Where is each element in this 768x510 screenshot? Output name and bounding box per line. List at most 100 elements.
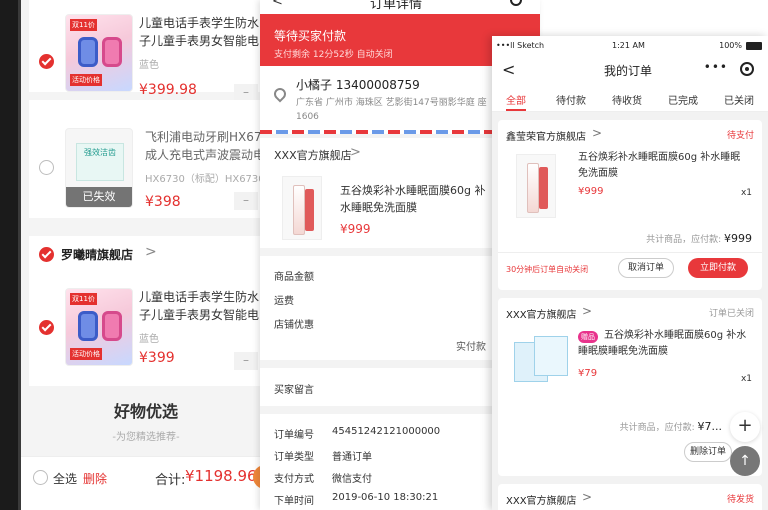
chevron-right-icon[interactable]: > bbox=[592, 126, 602, 140]
recommend-title: 好物优选 bbox=[113, 402, 178, 421]
shop-name[interactable]: XXX官方旗舰店 bbox=[506, 306, 577, 321]
info-key: 订单类型 bbox=[274, 452, 314, 463]
paid-amount-label: 实付款 bbox=[456, 342, 486, 353]
payment-countdown: 支付剩余 12分52秒 自动关闭 bbox=[274, 50, 393, 60]
chevron-right-icon[interactable]: > bbox=[350, 145, 361, 160]
back-to-top-icon[interactable]: ↑ bbox=[730, 446, 760, 476]
product-spec[interactable]: HX6730（标配）HX6730 bbox=[145, 170, 265, 185]
info-key: 支付方式 bbox=[274, 474, 314, 485]
shop-name[interactable]: XXX官方旗舰店 bbox=[274, 147, 352, 163]
product-name[interactable]: 子儿童手表男女智能电 bbox=[139, 306, 269, 324]
cart-item[interactable]: 双11价 活动价格 儿童电话手表学生防水 子儿童手表男女智能电 蓝色 ¥399 … bbox=[29, 274, 271, 386]
tab-completed[interactable]: 已完成 bbox=[668, 92, 698, 107]
total-label: 合计: bbox=[155, 473, 186, 488]
pay-now-button[interactable]: 立即付款 bbox=[688, 258, 748, 278]
watch-icon bbox=[78, 311, 98, 341]
toothbrush-box-icon: 强效洁齿 bbox=[76, 143, 124, 181]
chevron-right-icon[interactable]: > bbox=[582, 304, 592, 318]
location-pin-icon bbox=[271, 85, 289, 103]
goods-total-label: 商品金额 bbox=[274, 272, 314, 283]
chevron-right-icon[interactable]: > bbox=[582, 490, 592, 504]
order-card[interactable]: XXX官方旗舰店 > 订单已关闭 赠品 五谷焕彩补水睡眠面膜60g 补水睡眠膜睡… bbox=[498, 298, 762, 476]
item-checkbox-checked[interactable] bbox=[39, 54, 54, 69]
watch-product-image[interactable]: 双11价 活动价格 bbox=[65, 14, 133, 92]
cart-item-expired[interactable]: 强效洁齿 已失效 飞利浦电动牙刷HX6730 成人充电式声波震动电 HX6730… bbox=[29, 100, 271, 218]
cart-item[interactable]: 双11价 活动价格 儿童电话手表学生防水 子儿童手表男女智能电 蓝色 ¥399.… bbox=[29, 0, 271, 102]
product-spec[interactable]: 蓝色 bbox=[139, 330, 159, 345]
tab-pending-receipt[interactable]: 待收货 bbox=[612, 92, 642, 107]
phone-bezel bbox=[0, 0, 18, 510]
toothbrush-product-image[interactable]: 强效洁齿 已失效 bbox=[65, 128, 133, 208]
my-orders-screen: •••ll Sketch 1:21 AM 100% < 我的订单 ••• 全部 … bbox=[492, 36, 768, 510]
product-spec[interactable]: 蓝色 bbox=[139, 56, 159, 71]
total-label: 共计商品，应付款: bbox=[646, 235, 722, 245]
order-card[interactable]: 鑫莹荣官方旗舰店 > 待支付 五谷焕彩补水睡眠面膜60g 补水睡眠免洗面膜 ¥9… bbox=[498, 120, 762, 290]
item-checkbox-checked[interactable] bbox=[39, 320, 54, 335]
quantity-minus-button[interactable]: – bbox=[234, 352, 258, 370]
product-name[interactable]: 儿童电话手表学生防水 bbox=[139, 14, 269, 32]
product-name[interactable]: 儿童电话手表学生防水 bbox=[139, 288, 269, 306]
promo-tag: 活动价格 bbox=[70, 348, 102, 360]
recommend-subtitle: -为您精选推荐- bbox=[112, 432, 180, 443]
product-name[interactable]: 五谷焕彩补水睡眠面膜60g 补水睡眠膜睡眠免洗面膜 bbox=[578, 328, 748, 360]
quantity-minus-button[interactable]: – bbox=[234, 192, 258, 210]
order-card[interactable]: XXX官方旗舰店 > 待发货 bbox=[498, 484, 762, 510]
battery-percent: 100% bbox=[719, 41, 742, 50]
plus-icon[interactable]: + bbox=[730, 412, 760, 442]
target-icon[interactable] bbox=[510, 0, 522, 6]
clock: 1:21 AM bbox=[612, 41, 645, 50]
target-icon[interactable] bbox=[740, 62, 754, 76]
tab-all[interactable]: 全部 bbox=[506, 92, 526, 107]
back-icon[interactable]: < bbox=[502, 60, 515, 79]
shop-header[interactable]: 罗曦晴旗舰店 > bbox=[29, 236, 271, 274]
shop-discount-label: 店铺优惠 bbox=[274, 320, 314, 331]
facial-mask-product-image[interactable] bbox=[516, 154, 556, 218]
page-title: 我的订单 bbox=[604, 64, 653, 78]
shop-name[interactable]: XXX官方旗舰店 bbox=[506, 492, 577, 507]
delete-order-button[interactable]: 删除订单 bbox=[684, 442, 732, 462]
screens-showcase: 双11价 活动价格 儿童电话手表学生防水 子儿童手表男女智能电 蓝色 ¥399.… bbox=[0, 0, 768, 510]
shop-checkbox-checked[interactable] bbox=[39, 247, 54, 262]
cancel-order-button[interactable]: 取消订单 bbox=[618, 258, 674, 278]
mask-package-icon bbox=[534, 336, 568, 376]
select-all-label[interactable]: 全选 bbox=[53, 470, 77, 487]
box-label: 强效洁齿 bbox=[84, 148, 116, 157]
payment-method: 微信支付 bbox=[332, 474, 372, 485]
product-price: ¥399.98 bbox=[139, 82, 197, 98]
product-name[interactable]: 子儿童手表男女智能电 bbox=[139, 32, 269, 50]
more-icon[interactable]: ••• bbox=[704, 60, 728, 74]
back-icon[interactable]: < bbox=[272, 0, 283, 9]
quantity: x1 bbox=[740, 188, 752, 198]
shop-name[interactable]: 罗曦晴旗舰店 bbox=[61, 246, 133, 263]
total-value: ¥1198.96 bbox=[185, 467, 257, 485]
product-name[interactable]: 飞利浦电动牙刷HX6730 bbox=[145, 128, 271, 146]
cart-bottom-bar: 全选 删除 合计: ¥1198.96 bbox=[21, 456, 271, 510]
chevron-right-icon[interactable]: > bbox=[145, 244, 157, 260]
product-name[interactable]: 五谷焕彩补水睡眠面膜60g 补水睡眠免洗面膜 bbox=[340, 182, 490, 216]
product-name[interactable]: 成人充电式声波震动电 bbox=[145, 146, 271, 164]
orders-navbar: < 我的订单 ••• bbox=[492, 56, 768, 84]
shop-name[interactable]: 鑫莹荣官方旗舰店 bbox=[506, 128, 586, 143]
recipient-name-phone: 小橘子 13400008759 bbox=[296, 78, 420, 92]
order-time: 2019-06-10 18:30:21 bbox=[332, 492, 439, 503]
order-total: 共计商品，应付款: ¥999 bbox=[646, 232, 752, 245]
detail-navbar: < 订单详情 bbox=[260, 0, 540, 14]
order-state: 待支付 bbox=[726, 131, 754, 141]
product-name[interactable]: 五谷焕彩补水睡眠面膜60g 补水睡眠免洗面膜 bbox=[578, 150, 748, 182]
promo-tag: 活动价格 bbox=[70, 74, 102, 86]
order-state: 订单已关闭 bbox=[708, 309, 754, 319]
watch-icon bbox=[102, 311, 122, 341]
facial-mask-product-image[interactable] bbox=[282, 176, 322, 240]
remark-label: 买家留言 bbox=[274, 385, 314, 396]
quantity: x1 bbox=[740, 374, 752, 384]
face-mask-product-image[interactable] bbox=[510, 334, 572, 386]
page-title: 订单详情 bbox=[370, 0, 423, 12]
tab-pending-payment[interactable]: 待付款 bbox=[556, 92, 586, 107]
tab-closed[interactable]: 已关闭 bbox=[724, 92, 754, 107]
watch-product-image[interactable]: 双11价 活动价格 bbox=[65, 288, 133, 366]
product-price: ¥399 bbox=[139, 350, 175, 366]
info-key: 订单编号 bbox=[274, 430, 314, 441]
total-value: ¥7... bbox=[697, 420, 723, 433]
delete-button[interactable]: 删除 bbox=[83, 470, 107, 487]
select-all-checkbox[interactable] bbox=[33, 470, 48, 485]
